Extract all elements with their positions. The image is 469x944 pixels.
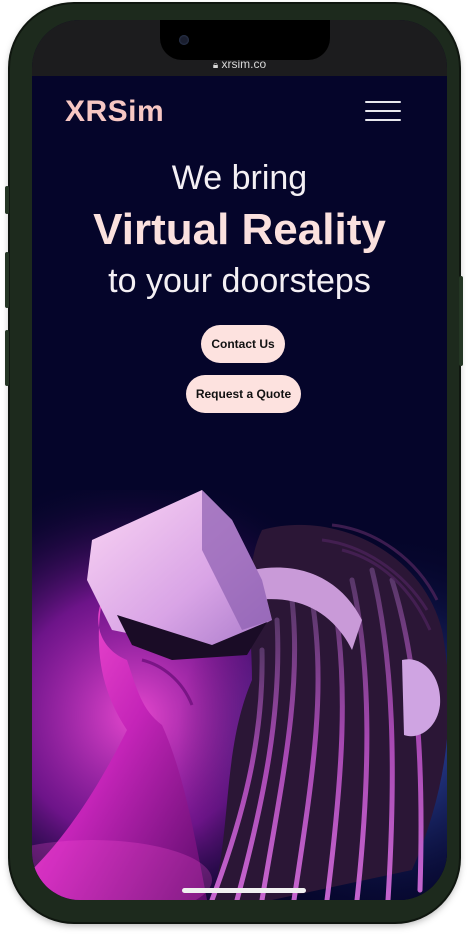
volume-up-button (5, 252, 9, 308)
logo[interactable]: XRSim (65, 95, 164, 129)
vr-headset-hero-image (32, 450, 447, 900)
phone-screen: 🔒︎ xrsim.co XRSim We bring Virtual Reali… (32, 20, 447, 900)
hero-heading-line2: Virtual Reality (93, 205, 386, 254)
hamburger-menu-icon[interactable] (365, 98, 401, 124)
mute-switch (5, 186, 9, 214)
hero-heading-line3: to your doorsteps (108, 262, 371, 300)
hero-heading-line1: We bring (171, 159, 308, 197)
web-page: XRSim We bring Virtual Reality to your d… (32, 76, 447, 900)
phone-frame: 🔒︎ xrsim.co XRSim We bring Virtual Reali… (5, 4, 463, 922)
lock-icon: 🔒︎ (212, 60, 219, 71)
notch (160, 20, 330, 60)
contact-us-button[interactable]: Contact Us (201, 325, 285, 363)
request-quote-button[interactable]: Request a Quote (186, 375, 301, 413)
home-indicator[interactable] (182, 888, 306, 893)
volume-down-button (5, 330, 9, 386)
front-camera (179, 35, 189, 45)
power-button (459, 276, 463, 366)
